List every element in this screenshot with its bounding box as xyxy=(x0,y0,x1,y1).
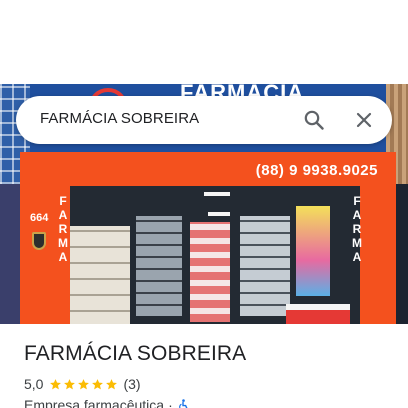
storefront-phone: (88) 9 9938.9025 xyxy=(255,162,378,179)
ceiling-light xyxy=(204,192,230,196)
close-icon[interactable] xyxy=(352,108,376,132)
wheelchair-icon xyxy=(177,398,189,408)
rating-row[interactable]: 5,0 (3) xyxy=(24,376,141,392)
place-title: FARMÁCIA SOBREIRA xyxy=(24,342,247,365)
category-row: Empresa farmacêutica · xyxy=(24,397,189,408)
left-wall xyxy=(0,184,20,324)
product-display xyxy=(296,206,330,296)
house-number: 664 xyxy=(30,212,49,224)
freezer xyxy=(286,304,350,324)
shelf xyxy=(70,226,130,324)
door-side-text-left: FARMA xyxy=(58,194,68,264)
separator-dot: · xyxy=(168,397,173,408)
star-icon xyxy=(106,378,118,389)
search-box[interactable]: FARMÁCIA SOBREIRA xyxy=(16,96,392,144)
shelf xyxy=(136,216,182,316)
crest-icon xyxy=(32,232,46,250)
place-category: Empresa farmacêutica xyxy=(24,397,165,408)
star-icon xyxy=(92,378,104,389)
rating-stars xyxy=(49,378,119,391)
review-count[interactable]: (3) xyxy=(123,376,140,392)
magnifier-icon[interactable] xyxy=(302,108,326,132)
search-input[interactable]: FARMÁCIA SOBREIRA xyxy=(40,110,199,127)
shelf xyxy=(190,222,230,322)
top-blank-area xyxy=(0,0,408,84)
star-icon xyxy=(50,378,62,389)
door-side-text-right: FARMA xyxy=(352,194,362,264)
ceiling-light xyxy=(208,212,230,216)
rating-value: 5,0 xyxy=(24,376,44,392)
store-interior xyxy=(70,186,360,324)
star-icon xyxy=(64,378,76,389)
shelf xyxy=(240,216,290,316)
star-icon xyxy=(78,378,90,389)
